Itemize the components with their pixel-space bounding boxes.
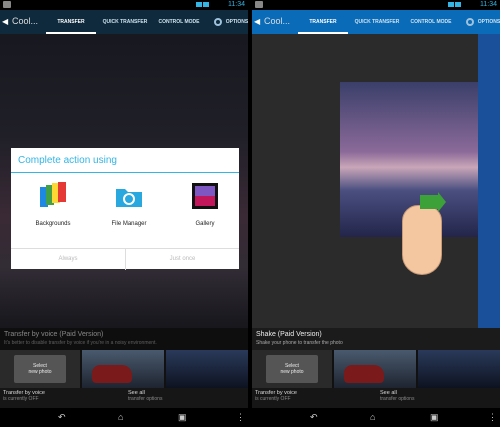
up-caret-icon[interactable]: ◀ [2,17,8,26]
tab-options[interactable]: OPTIONS [476,10,500,34]
chooser-dialog: Complete action using Backgrounds File M… [11,148,239,270]
tab-bar: TRANSFER QUICK TRANSFER CONTROL MODE OPT… [298,10,500,34]
screenshot: 11:34 ◀ Cool... TRANSFER QUICK TRANSFER … [0,0,500,427]
photo-thumbnail[interactable] [82,350,164,388]
settings-row: Transfer by voice is currently OFF See a… [0,388,248,408]
tab-quick-transfer[interactable]: QUICK TRANSFER [350,10,404,34]
select-new-photo-button[interactable]: Select new photo [266,355,318,383]
status-time: 11:34 [480,1,497,8]
dialog-title: Complete action using [11,148,239,173]
folder-icon [116,189,142,207]
photo-thumbnail[interactable] [334,350,416,388]
notification-icon [255,1,263,8]
voice-sub: is currently OFF [3,396,39,402]
hand-icon [402,205,442,275]
wifi-icon [196,2,202,7]
motorcycle-image [92,365,132,383]
dialog-buttons: Always Just once [11,248,239,270]
tab-options[interactable]: OPTIONS [224,10,248,34]
status-time: 11:34 [228,1,245,8]
left-screen: 11:34 ◀ Cool... TRANSFER QUICK TRANSFER … [0,0,248,427]
status-bar: 11:34 [0,0,248,10]
tab-bar: TRANSFER QUICK TRANSFER CONTROL MODE OPT… [46,10,248,34]
photo-strip: Select new photo [252,350,500,388]
notification-icon [3,1,11,8]
arrow-right-icon [420,192,446,212]
tab-quick-transfer[interactable]: QUICK TRANSFER [98,10,152,34]
photo-thumbnail[interactable] [418,350,500,388]
action-bar: ◀ Cool... TRANSFER QUICK TRANSFER CONTRO… [0,10,248,34]
menu-icon[interactable]: ⋮ [236,412,245,423]
app-title[interactable]: Cool... [12,16,38,26]
nav-bar: ↶ ⌂ ▣ ⋮ [0,408,248,427]
gallery-icon [192,183,218,209]
home-icon[interactable]: ⌂ [118,412,123,422]
app-list: Backgrounds File Manager Gallery [11,181,239,241]
wifi-icon [448,2,454,7]
nav-bar: ↶ ⌂ ▣ ⋮ [252,408,500,427]
up-caret-icon[interactable]: ◀ [254,17,260,26]
backgrounds-icon [40,182,66,207]
always-button[interactable]: Always [11,249,125,270]
settings-row: Transfer by voice is currently OFF See a… [252,388,500,408]
signal-icons [448,2,470,8]
app-label: Backgrounds [35,221,71,227]
battery-icon [203,2,209,7]
app-title[interactable]: Cool... [264,16,290,26]
battery-icon [455,2,461,7]
app-label: Gallery [195,221,215,227]
menu-icon[interactable]: ⋮ [488,412,497,423]
see-all-setting[interactable]: See all transfer options [128,390,162,402]
tab-transfer[interactable]: TRANSFER [46,10,96,34]
see-all-sub: transfer options [128,396,163,402]
recents-icon[interactable]: ▣ [430,412,439,423]
just-once-button[interactable]: Just once [125,249,239,270]
select-new-photo-button[interactable]: Select new photo [14,355,66,383]
back-icon[interactable]: ↶ [58,412,66,423]
app-backgrounds[interactable]: Backgrounds [18,181,88,227]
gear-icon[interactable] [466,18,474,26]
section-subtitle: Shake your phone to transfer the photo [256,340,343,346]
next-screen-edge [478,34,500,328]
status-bar: 11:34 [252,0,500,10]
see-all-sub: transfer options [380,396,415,402]
gear-icon[interactable] [214,18,222,26]
thumb-slot: Select new photo [252,350,332,388]
recents-icon[interactable]: ▣ [178,412,187,423]
right-screen: 11:34 ◀ Cool... TRANSFER QUICK TRANSFER … [252,0,500,427]
photo-strip: Select new photo [0,350,248,388]
motorcycle-image [344,365,384,383]
signal-icons [196,2,218,8]
back-icon[interactable]: ↶ [310,412,318,423]
voice-setting[interactable]: Transfer by voice is currently OFF [3,390,45,402]
app-label: File Manager [111,221,147,227]
app-gallery[interactable]: Gallery [170,181,240,227]
app-file-manager[interactable]: File Manager [94,181,164,227]
tab-control-mode[interactable]: CONTROL MODE [406,10,456,34]
tab-transfer[interactable]: TRANSFER [298,10,348,34]
setting-description: Shake (Paid Version) Shake your phone to… [252,328,500,350]
voice-sub: is currently OFF [255,396,291,402]
tab-control-mode[interactable]: CONTROL MODE [154,10,204,34]
section-title: Shake (Paid Version) [256,331,322,338]
thumb-slot: Select new photo [0,350,80,388]
action-bar: ◀ Cool... TRANSFER QUICK TRANSFER CONTRO… [252,10,500,34]
voice-setting[interactable]: Transfer by voice is currently OFF [255,390,297,402]
photo-thumbnail[interactable] [166,350,248,388]
see-all-setting[interactable]: See all transfer options [380,390,414,402]
home-icon[interactable]: ⌂ [370,412,375,422]
